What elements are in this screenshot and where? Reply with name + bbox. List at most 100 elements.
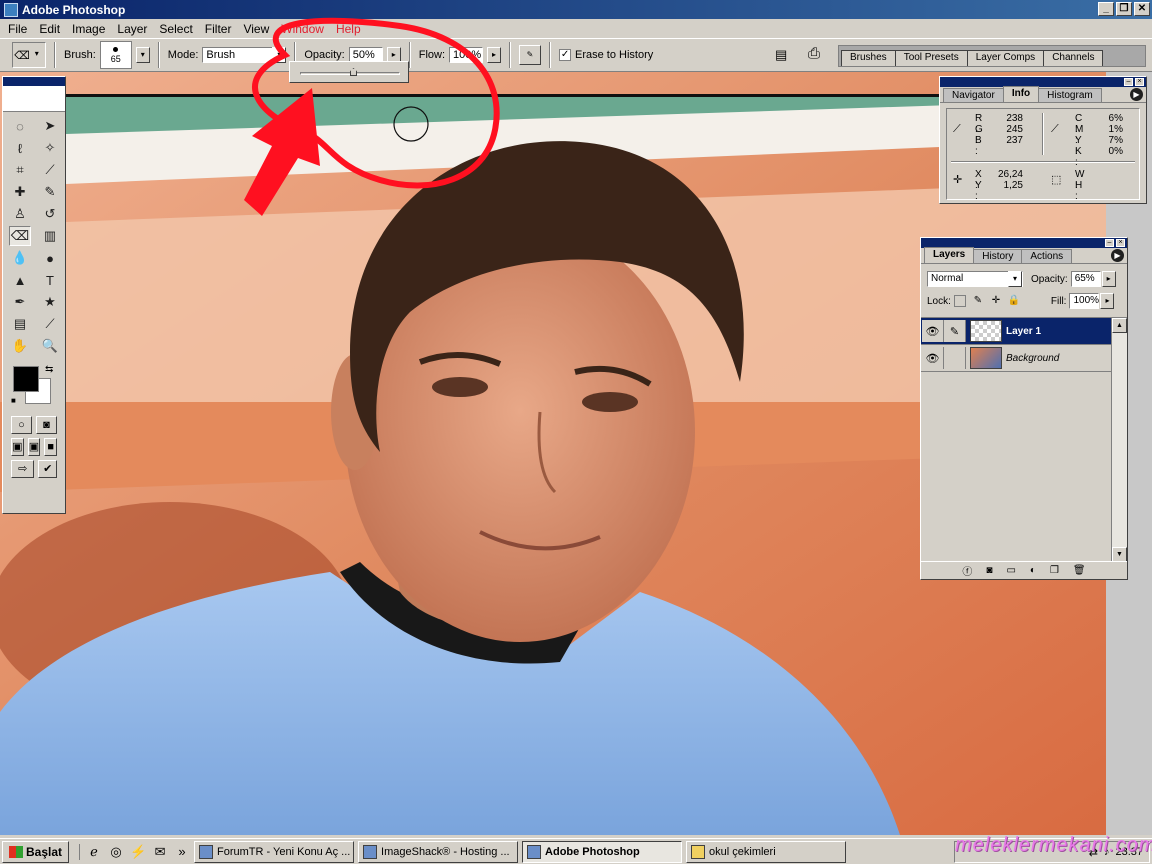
eyedropper-tool-icon[interactable]: ⟋	[39, 314, 61, 334]
palette-menu-icon[interactable]: ▶	[1111, 249, 1124, 262]
volume-icon[interactable]: ♪	[1104, 846, 1110, 858]
menu-edit[interactable]: Edit	[33, 22, 66, 36]
lock-all-icon[interactable]: 🔒	[1008, 295, 1020, 307]
brush-icon[interactable]: ✎	[944, 320, 966, 342]
erase-to-history-checkbox[interactable]: ✓	[559, 49, 572, 61]
history-brush-tool-icon[interactable]: ↺	[39, 204, 61, 224]
well-tab-layer-comps[interactable]: Layer Comps	[966, 50, 1045, 66]
foreground-color-swatch[interactable]	[13, 366, 39, 392]
scroll-down-icon[interactable]: ▼	[1112, 547, 1127, 562]
slice-tool-icon[interactable]: ⟋	[39, 160, 61, 180]
type-tool-icon[interactable]: T	[39, 270, 61, 290]
layers-scrollbar[interactable]: ▲ ▼	[1111, 318, 1127, 562]
task-imageshack[interactable]: ImageShack® - Hosting ...	[358, 840, 519, 863]
swap-colors-icon[interactable]: ⇆	[45, 364, 53, 375]
menu-view[interactable]: View	[237, 22, 275, 36]
move-tool-icon[interactable]: ➤	[39, 116, 61, 136]
tab-actions[interactable]: Actions	[1021, 249, 1073, 263]
menu-window[interactable]: Window	[275, 22, 330, 36]
network-icon[interactable]: ⇄	[1089, 846, 1098, 859]
link-cell[interactable]	[944, 347, 966, 369]
messenger-icon[interactable]: ✉	[152, 844, 168, 860]
task-forumtr[interactable]: ForumTR - Yeni Konu Aç ...	[194, 840, 355, 863]
browser-icon[interactable]: ◎	[108, 844, 124, 860]
path-selection-tool-icon[interactable]: ▲	[9, 270, 31, 290]
magic-wand-tool-icon[interactable]: ✧	[39, 138, 61, 158]
lock-position-icon[interactable]: ✛	[990, 295, 1002, 307]
blur-tool-icon[interactable]: 💧	[9, 248, 31, 268]
notes-tool-icon[interactable]: ▤	[9, 314, 31, 334]
layer-row[interactable]: 👁 Background 🔒	[921, 345, 1127, 372]
standard-mode-icon[interactable]: ○	[11, 416, 32, 434]
tool-preset-picker[interactable]: ⌫ ▾	[12, 42, 46, 68]
palette-menu-icon[interactable]: ▶	[1130, 88, 1143, 101]
layer-mask-icon[interactable]: ◙	[986, 565, 992, 576]
marquee-tool-icon[interactable]: ◌	[9, 116, 31, 136]
lasso-tool-icon[interactable]: ℓ	[9, 138, 31, 158]
clone-stamp-tool-icon[interactable]: ♙	[9, 204, 31, 224]
well-tab-channels[interactable]: Channels	[1043, 50, 1104, 66]
tab-history[interactable]: History	[973, 249, 1023, 263]
full-screen-menu-icon[interactable]: ▣	[27, 438, 41, 456]
tab-histogram[interactable]: Histogram	[1038, 88, 1102, 102]
well-tab-tool-presets[interactable]: Tool Presets	[894, 50, 968, 66]
well-tab-brushes[interactable]: Brushes	[841, 50, 896, 66]
layer-row[interactable]: 👁 ✎ Layer 1	[921, 318, 1127, 345]
restore-button[interactable]: ❐	[1116, 2, 1132, 16]
new-layer-icon[interactable]: ❐	[1050, 565, 1059, 576]
eraser-tool-icon[interactable]: ⌫	[9, 226, 31, 246]
flow-slider-toggle[interactable]: ▸	[487, 47, 502, 63]
airbrush-button[interactable]: ✎	[519, 45, 542, 65]
blend-mode-select[interactable]: Normal ▾	[927, 271, 1023, 287]
mode-select[interactable]: Brush ▾	[202, 47, 287, 63]
gradient-tool-icon[interactable]: ▥	[39, 226, 61, 246]
new-group-icon[interactable]: ▭	[1006, 565, 1015, 576]
eye-icon[interactable]: 👁	[922, 347, 944, 369]
lock-image-icon[interactable]: ✎	[972, 295, 984, 307]
minimize-button[interactable]: _	[1098, 2, 1114, 16]
pen-tool-icon[interactable]: ✒	[9, 292, 31, 312]
menu-help[interactable]: Help	[330, 22, 367, 36]
full-screen-icon[interactable]: ■	[44, 438, 58, 456]
default-colors-icon[interactable]: ■	[11, 396, 16, 405]
crop-tool-icon[interactable]: ⌗	[9, 160, 31, 180]
flow-input[interactable]: 100%	[449, 47, 484, 63]
minimize-palette-button[interactable]: –	[1124, 78, 1133, 86]
eye-icon[interactable]: 👁	[922, 320, 944, 342]
close-palette-button[interactable]: ×	[1135, 78, 1144, 86]
task-photoshop[interactable]: Adobe Photoshop	[522, 840, 683, 863]
menu-image[interactable]: Image	[66, 22, 111, 36]
healing-brush-tool-icon[interactable]: ✚	[9, 182, 31, 202]
custom-shape-tool-icon[interactable]: ★	[39, 292, 61, 312]
tab-info[interactable]: Info	[1002, 86, 1040, 102]
adjustment-layer-icon[interactable]: ◐	[1030, 565, 1036, 576]
trash-icon[interactable]: 🗑	[1073, 565, 1086, 576]
opacity-slider-thumb[interactable]	[350, 68, 357, 76]
zoom-tool-icon[interactable]: 🔍	[39, 336, 61, 356]
close-palette-button[interactable]: ×	[1116, 239, 1125, 247]
scroll-up-icon[interactable]: ▲	[1112, 318, 1127, 333]
task-folder[interactable]: okul çekimleri	[686, 840, 847, 863]
brush-preset-picker[interactable]: 65	[99, 41, 132, 69]
clock[interactable]: 23:37	[1115, 846, 1143, 858]
menu-layer[interactable]: Layer	[111, 22, 153, 36]
fill-input[interactable]: 100%	[1069, 293, 1100, 309]
menu-select[interactable]: Select	[153, 22, 198, 36]
start-button[interactable]: Başlat	[2, 840, 70, 863]
imageready-icon[interactable]: ✔	[38, 460, 57, 478]
layer-style-icon[interactable]: ⓕ	[962, 563, 972, 578]
file-browser-icon[interactable]: ▤	[775, 47, 787, 63]
tab-layers[interactable]: Layers	[924, 247, 975, 263]
menu-file[interactable]: File	[2, 22, 33, 36]
layer-opacity-input[interactable]: 65%	[1070, 271, 1101, 287]
brush-tool-icon[interactable]: ✎	[39, 182, 61, 202]
minimize-palette-button[interactable]: –	[1105, 239, 1114, 247]
lock-transparency-icon[interactable]	[953, 295, 966, 307]
fill-slider-toggle[interactable]: ▸	[1100, 293, 1115, 309]
adobe-online-feather-icon[interactable]	[3, 86, 65, 112]
dodge-tool-icon[interactable]: ●	[39, 248, 61, 268]
toolbox-titlebar[interactable]	[3, 77, 65, 86]
standard-screen-icon[interactable]: ▣	[11, 438, 24, 456]
quick-launch-more[interactable]: »	[174, 844, 190, 860]
layer-opacity-slider-toggle[interactable]: ▸	[1101, 271, 1116, 287]
